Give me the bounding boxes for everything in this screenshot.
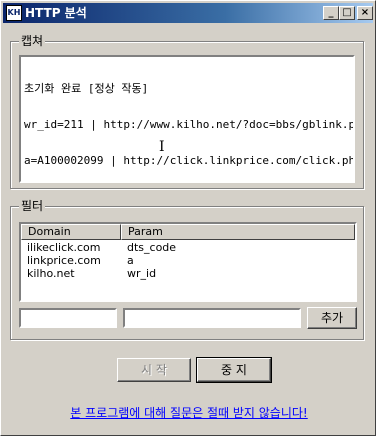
stop-button[interactable]: 중 지	[196, 357, 272, 383]
window-title: HTTP 분석	[25, 6, 87, 20]
column-header-param[interactable]: Param	[121, 224, 355, 240]
filter-list[interactable]: Domain Param ilikeclick.com dts_code lin…	[19, 222, 357, 302]
capture-line: wr_id=211 | http://www.kilho.net/?doc=bb…	[24, 118, 355, 131]
domain-cell: ilikeclick.com	[27, 241, 101, 254]
column-header-domain[interactable]: Domain	[21, 224, 121, 240]
app-icon: KH	[6, 5, 22, 21]
capture-group-label: 캡쳐	[19, 33, 46, 49]
param-input[interactable]	[123, 308, 301, 328]
list-item[interactable]: ilikeclick.com dts_code	[21, 242, 355, 254]
close-button[interactable]: ×	[357, 6, 373, 20]
title-bar[interactable]: KH HTTP 분석 _ □ ×	[3, 3, 373, 23]
disclaimer-link[interactable]: 본 프로그램에 대해 질문은 절때 받지 않습니다!	[1, 404, 376, 421]
param-cell: dts_code	[127, 241, 177, 254]
capture-log[interactable]: 초기화 완료 [정상 작동] wr_id=211 | http://www.ki…	[19, 55, 355, 183]
list-item[interactable]: kilho.net wr_id	[21, 268, 355, 280]
domain-cell: linkprice.com	[27, 254, 101, 267]
list-header: Domain Param	[21, 224, 355, 240]
start-button[interactable]: 시 작	[117, 358, 191, 382]
text-cursor-icon: I	[159, 139, 165, 155]
capture-line: a=A100002099 | http://click.linkprice.co…	[24, 154, 355, 167]
domain-input[interactable]	[19, 308, 117, 328]
param-cell: a	[127, 254, 134, 267]
capture-line: 초기화 완료 [정상 작동]	[24, 82, 149, 95]
list-item[interactable]: linkprice.com a	[21, 255, 355, 267]
add-button[interactable]: 추가	[307, 307, 357, 329]
domain-cell: kilho.net	[27, 267, 75, 280]
param-cell: wr_id	[127, 267, 157, 280]
filter-group-label: 필터	[19, 198, 46, 214]
minimize-button[interactable]: _	[323, 6, 339, 20]
maximize-button[interactable]: □	[339, 6, 355, 20]
app-window: KH HTTP 분석 _ □ × 캡쳐 초기화 완료 [정상 작동] wr_id…	[0, 0, 376, 436]
